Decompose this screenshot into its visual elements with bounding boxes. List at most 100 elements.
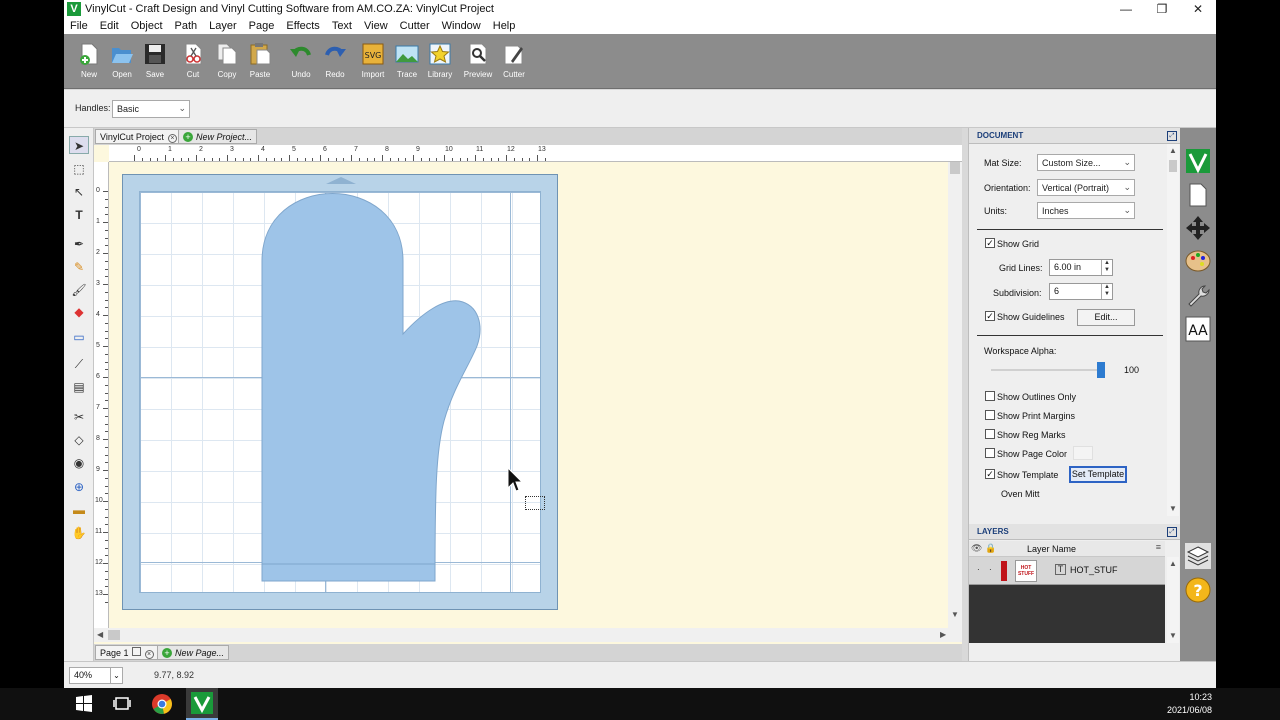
menu-layer[interactable]: Layer <box>209 20 237 32</box>
knife-tool-icon[interactable]: ✂ <box>69 408 89 426</box>
chrome-browser-icon[interactable] <box>150 692 174 716</box>
library-button[interactable]: Library <box>423 41 457 85</box>
show-reg-marks-checkbox[interactable] <box>985 429 995 439</box>
spin-arrows-icon[interactable]: ▲ ▼ <box>1101 260 1112 275</box>
scroll-up-icon[interactable]: ▲ <box>1169 146 1177 155</box>
scroll-thumb[interactable] <box>950 162 960 174</box>
menu-window[interactable]: Window <box>442 20 481 32</box>
color-palette-icon[interactable] <box>1185 248 1211 274</box>
import-button[interactable]: SVG Import <box>356 41 390 85</box>
mat-size-select[interactable]: Custom Size... ⌄ <box>1037 154 1135 171</box>
layers-stack-icon[interactable] <box>1185 543 1211 569</box>
zoom-tool-icon[interactable]: ⊕ <box>69 478 89 496</box>
wrench-icon[interactable] <box>1185 282 1211 308</box>
cutter-button[interactable]: Cutter <box>497 41 531 85</box>
oven-mitt-shape[interactable] <box>139 191 541 593</box>
windows-start-icon[interactable] <box>72 692 96 716</box>
vinylcut-logo-icon[interactable] <box>1185 148 1211 174</box>
path-tool-icon[interactable]: ◇ <box>69 431 89 449</box>
dock-icon[interactable]: ⤢ <box>1167 527 1177 537</box>
gradient-tool-icon[interactable]: ▤ <box>69 378 89 396</box>
dock-icon[interactable]: ⤢ <box>1167 131 1177 141</box>
scroll-down-icon[interactable]: ▼ <box>1169 504 1177 513</box>
edit-guidelines-button[interactable]: Edit... <box>1077 309 1135 326</box>
select-tool-icon[interactable]: ➤ <box>69 136 89 154</box>
layers-scrollbar[interactable]: ▲ ▼ <box>1167 557 1179 643</box>
set-template-button[interactable]: Set Template <box>1069 466 1127 483</box>
menu-path[interactable]: Path <box>175 20 198 32</box>
orientation-select[interactable]: Vertical (Portrait) ⌄ <box>1037 179 1135 196</box>
lock-icon[interactable]: 🔒 <box>985 543 996 554</box>
pencil-tool-icon[interactable]: ✎ <box>69 258 89 276</box>
minimize-button[interactable]: — <box>1108 0 1144 18</box>
eye-icon[interactable]: 👁 <box>971 543 982 554</box>
copy-button[interactable]: Copy <box>210 41 244 85</box>
measure-tool-icon[interactable]: ▬ <box>69 501 89 519</box>
show-template-checkbox[interactable]: ✓ <box>985 469 995 479</box>
layer-name[interactable]: HOT_STUF <box>1070 565 1118 575</box>
maximize-button[interactable]: ❐ <box>1144 0 1180 18</box>
scroll-thumb[interactable] <box>1169 160 1177 172</box>
eraser-tool-icon[interactable]: ◆ <box>69 303 89 321</box>
show-grid-checkbox[interactable]: ✓ <box>985 238 995 248</box>
transform-tool-icon[interactable]: ⬚ <box>69 160 89 178</box>
task-view-icon[interactable] <box>110 692 134 716</box>
layer-menu-icon[interactable]: ≡ <box>1156 542 1161 552</box>
spin-arrows-icon[interactable]: ▲ ▼ <box>1101 284 1112 299</box>
rectangle-tool-icon[interactable]: ▭ <box>69 328 89 346</box>
scroll-down-icon[interactable]: ▼ <box>1169 631 1177 640</box>
menu-cutter[interactable]: Cutter <box>400 20 430 32</box>
redo-button[interactable]: Redo <box>318 41 352 85</box>
subdivision-input[interactable]: 6 ▲ ▼ <box>1049 283 1113 300</box>
menu-text[interactable]: Text <box>332 20 352 32</box>
close-button[interactable]: ✕ <box>1180 0 1216 18</box>
menu-page[interactable]: Page <box>249 20 275 32</box>
preview-button[interactable]: Preview <box>461 41 495 85</box>
document-page-icon[interactable] <box>1185 182 1211 208</box>
menu-object[interactable]: Object <box>131 20 163 32</box>
workspace-alpha-slider[interactable] <box>991 362 1105 378</box>
layer-lock-dot[interactable]: · <box>989 565 992 574</box>
layer-row[interactable]: · · HOT STUFF T HOT_STUF <box>969 557 1165 585</box>
close-page-icon[interactable]: × <box>144 650 154 659</box>
tab-page-1[interactable]: Page 1 × <box>95 645 159 660</box>
new-button[interactable]: New <box>72 41 106 85</box>
trace-button[interactable]: Trace <box>390 41 424 85</box>
menu-edit[interactable]: Edit <box>100 20 119 32</box>
cut-button[interactable]: Cut <box>176 41 210 85</box>
tab-new-page[interactable]: + New Page... <box>157 645 230 660</box>
scroll-up-icon[interactable]: ▲ <box>1169 559 1177 568</box>
scroll-left-icon[interactable]: ◀ <box>97 630 103 639</box>
menu-help[interactable]: Help <box>493 20 516 32</box>
tab-vinylcut-project[interactable]: VinylCut Project × <box>95 129 182 144</box>
scroll-thumb[interactable] <box>108 630 120 640</box>
open-button[interactable]: Open <box>105 41 139 85</box>
system-clock[interactable]: 10:23 2021/06/08 <box>1167 691 1212 717</box>
handles-select[interactable]: Basic ⌄ <box>112 100 190 118</box>
menu-view[interactable]: View <box>364 20 388 32</box>
undo-button[interactable]: Undo <box>284 41 318 85</box>
canvas-workspace[interactable]: 0 1 2 3 4 5 6 7 8 9 10 11 12 13 0 1 2 3 … <box>94 145 962 645</box>
pen-tool-icon[interactable]: ✒ <box>69 235 89 253</box>
scroll-down-icon[interactable]: ▼ <box>951 610 959 619</box>
page-color-swatch[interactable] <box>1073 446 1093 460</box>
show-outlines-only-checkbox[interactable] <box>985 391 995 401</box>
menu-effects[interactable]: Effects <box>286 20 319 32</box>
panel-scrollbar[interactable]: ▲ ▼ <box>1167 144 1179 516</box>
units-select[interactable]: Inches ⌄ <box>1037 202 1135 219</box>
slider-thumb[interactable] <box>1097 362 1105 378</box>
taskbar-vinylcut-active[interactable] <box>186 688 218 720</box>
eyedropper-tool-icon[interactable]: ⟋ <box>69 355 89 373</box>
layer-color-swatch[interactable] <box>1001 561 1007 581</box>
hand-tool-icon[interactable]: ✋ <box>69 524 89 542</box>
tab-new-project[interactable]: + New Project... <box>178 129 258 144</box>
show-guidelines-checkbox[interactable]: ✓ <box>985 311 995 321</box>
menu-file[interactable]: File <box>70 20 88 32</box>
paste-button[interactable]: Paste <box>243 41 277 85</box>
text-tool-icon[interactable]: T <box>69 206 89 224</box>
text-format-icon[interactable]: AA <box>1185 316 1211 342</box>
help-icon[interactable]: ? <box>1185 577 1211 603</box>
vertical-scrollbar[interactable]: ▲ ▼ <box>948 162 962 637</box>
node-edit-tool-icon[interactable]: ↖ <box>69 183 89 201</box>
layer-visible-dot[interactable]: · <box>977 565 980 574</box>
